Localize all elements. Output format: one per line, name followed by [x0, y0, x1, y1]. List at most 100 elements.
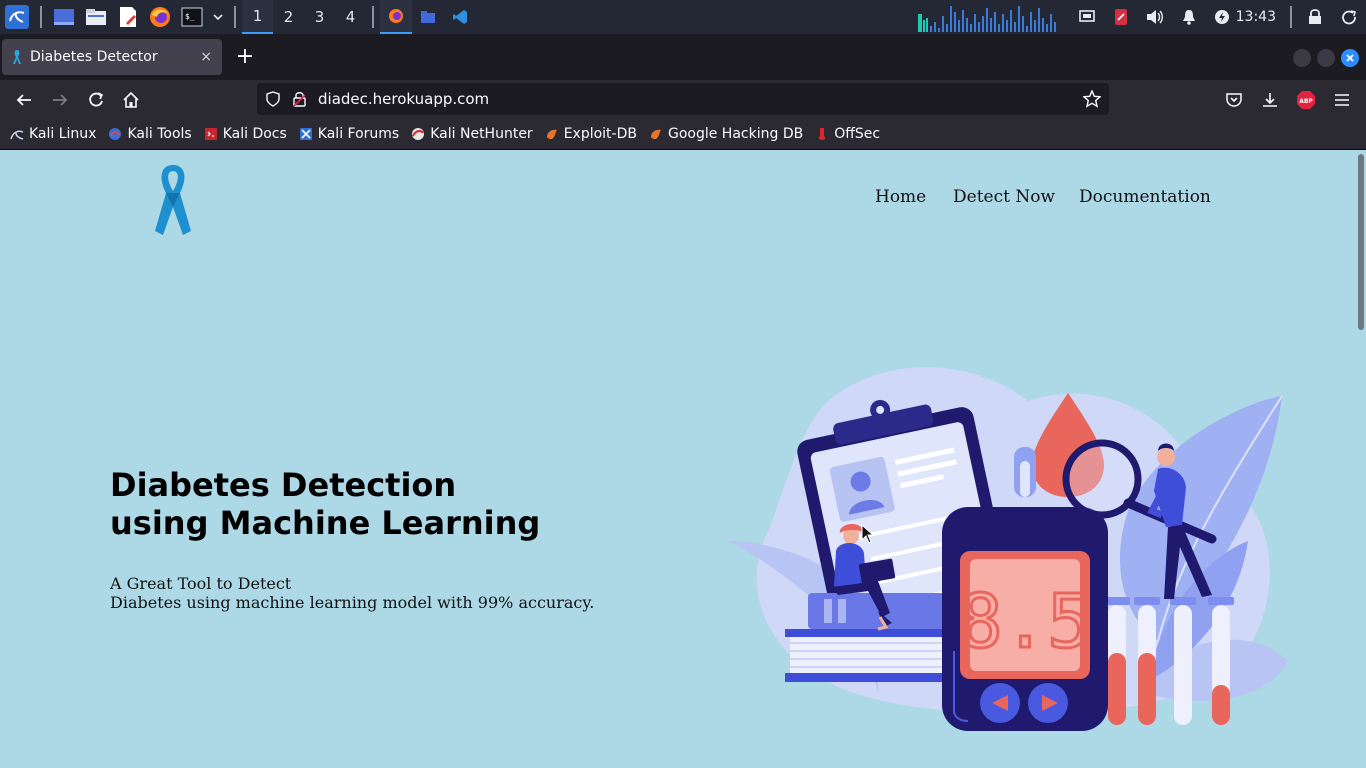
- maximize-button[interactable]: [1317, 49, 1335, 67]
- firefox-window-button[interactable]: [380, 0, 412, 34]
- svg-text:$_: $_: [185, 12, 195, 21]
- taskbar-separator: [1290, 6, 1292, 28]
- pocket-button[interactable]: [1221, 87, 1247, 113]
- shield-icon: [266, 91, 280, 107]
- taskbar: $_ 1 2 3 4 13:43: [0, 0, 1366, 34]
- hero-title: Diabetes Detection using Machine Learnin…: [110, 466, 630, 542]
- url-bar[interactable]: diadec.herokuapp.com: [257, 83, 1109, 115]
- bookmark-label: Google Hacking DB: [667, 126, 804, 142]
- volume-icon[interactable]: [1138, 0, 1172, 34]
- exploit-db-icon: [546, 129, 557, 139]
- tab-diabetes-detector[interactable]: Diabetes Detector ×: [2, 39, 222, 75]
- ribbon-favicon-icon: [13, 50, 21, 64]
- lock-warning-icon: [293, 92, 306, 107]
- clock: 13:43: [1235, 9, 1276, 25]
- offsec-icon: [818, 128, 826, 140]
- downloads-button[interactable]: [1257, 87, 1283, 113]
- cpu-usage-graph: [917, 6, 1056, 32]
- show-desktop-icon[interactable]: [51, 4, 77, 30]
- workspace-3[interactable]: 3: [304, 0, 335, 34]
- bookmark-kali-docs[interactable]: Kali Docs: [204, 126, 287, 142]
- url-text: diadec.herokuapp.com: [318, 90, 490, 108]
- home-icon: [123, 91, 139, 108]
- firefox-icon[interactable]: [147, 4, 173, 30]
- bookmark-label: Exploit-DB: [563, 126, 637, 142]
- back-button[interactable]: [11, 87, 37, 113]
- power-icon: [1214, 10, 1229, 24]
- bookmark-kali-tools[interactable]: Kali Tools: [108, 126, 192, 142]
- pocket-icon: [1226, 93, 1242, 107]
- terminal-icon[interactable]: $_: [179, 4, 205, 30]
- adblock-plus-button[interactable]: ABP: [1293, 87, 1319, 113]
- workspace-2[interactable]: 2: [273, 0, 304, 34]
- clock-area[interactable]: 13:43: [1206, 0, 1284, 34]
- taskbar-separator: [372, 6, 374, 28]
- close-window-button[interactable]: [1341, 49, 1359, 67]
- bookmark-google-hacking-db[interactable]: Google Hacking DB: [649, 126, 803, 142]
- workspace-1[interactable]: 1: [242, 0, 273, 34]
- file-manager-icon[interactable]: [83, 4, 109, 30]
- web-page: Home Detect Now Documentation Diabetes D…: [0, 151, 1356, 768]
- home-button[interactable]: [118, 87, 144, 113]
- hero-title-line-1: Diabetes Detection: [110, 466, 457, 504]
- nethunter-icon: [412, 128, 425, 140]
- app-menu-button[interactable]: [1329, 87, 1355, 113]
- glucose-meter-illustration: 8.5: [728, 367, 1288, 731]
- bookmark-kali-linux[interactable]: Kali Linux: [10, 126, 96, 142]
- mouse-pointer-icon: [861, 524, 875, 544]
- screen-icon[interactable]: [1070, 0, 1104, 34]
- notifications-icon[interactable]: [1172, 0, 1206, 34]
- reload-button[interactable]: [83, 87, 109, 113]
- bookmark-label: Kali NetHunter: [430, 126, 533, 142]
- hero-subtitle-line-2: Diabetes using machine learning model wi…: [110, 593, 595, 612]
- bookmarks-toolbar: Kali Linux Kali Tools Kali Docs Kali For…: [0, 119, 1366, 150]
- vscode-window-button[interactable]: [444, 0, 476, 34]
- bookmark-exploit-db[interactable]: Exploit-DB: [545, 126, 637, 142]
- adblock-plus-icon: ABP: [1297, 91, 1315, 109]
- nav-documentation-link[interactable]: Documentation: [1079, 187, 1211, 207]
- kali-menu-icon[interactable]: [0, 0, 34, 34]
- close-icon: [1346, 54, 1354, 62]
- hamburger-menu-icon: [1335, 94, 1349, 106]
- meter-reading: 8.5: [958, 579, 1092, 665]
- bookmark-kali-forums[interactable]: Kali Forums: [299, 126, 399, 142]
- minimize-button[interactable]: [1293, 49, 1311, 67]
- browser-tab-bar: Diabetes Detector × +: [0, 34, 1366, 80]
- svg-text:ABP: ABP: [1299, 98, 1313, 105]
- download-icon: [1263, 93, 1277, 107]
- system-tray: 13:43: [917, 0, 1366, 34]
- hero-subtitle-line-1: A Great Tool to Detect: [110, 574, 292, 593]
- kali-dragon-icon: [10, 130, 24, 140]
- scrollbar-thumb[interactable]: [1358, 154, 1364, 330]
- kali-tools-icon: [109, 128, 122, 140]
- bookmark-kali-nethunter[interactable]: Kali NetHunter: [411, 126, 533, 142]
- hero-title-line-2: using Machine Learning: [110, 504, 541, 542]
- folder-window-button[interactable]: [412, 0, 444, 34]
- tab-title: Diabetes Detector: [30, 49, 158, 65]
- bookmark-label: Kali Docs: [222, 126, 287, 142]
- text-editor-icon[interactable]: [115, 4, 141, 30]
- logout-icon[interactable]: [1332, 0, 1366, 34]
- bookmark-offsec[interactable]: OffSec: [815, 126, 880, 142]
- kali-docs-icon: [204, 128, 217, 140]
- tab-close-icon[interactable]: ×: [200, 49, 212, 65]
- awareness-ribbon-logo[interactable]: [152, 163, 194, 239]
- bookmark-label: Kali Tools: [127, 126, 192, 142]
- browser-navigation-bar: diadec.herokuapp.com ABP: [0, 80, 1366, 119]
- workspace-4[interactable]: 4: [335, 0, 366, 34]
- hero-subtitle: A Great Tool to Detect Diabetes using ma…: [110, 574, 670, 612]
- lock-icon[interactable]: [1298, 0, 1332, 34]
- forward-button[interactable]: [47, 87, 73, 113]
- kali-forums-icon: [299, 128, 312, 140]
- screenshot-tool-icon[interactable]: [1104, 0, 1138, 34]
- taskbar-separator: [234, 6, 236, 28]
- bookmark-star-icon[interactable]: [1083, 90, 1101, 108]
- page-scrollbar[interactable]: [1356, 151, 1366, 768]
- ghdb-icon: [650, 129, 661, 139]
- nav-home-link[interactable]: Home: [875, 187, 926, 207]
- nav-detect-now-link[interactable]: Detect Now: [953, 187, 1055, 207]
- chevron-down-icon[interactable]: [211, 4, 225, 30]
- reload-icon: [89, 92, 104, 107]
- bookmark-label: Kali Linux: [29, 126, 97, 142]
- new-tab-button[interactable]: +: [232, 44, 258, 70]
